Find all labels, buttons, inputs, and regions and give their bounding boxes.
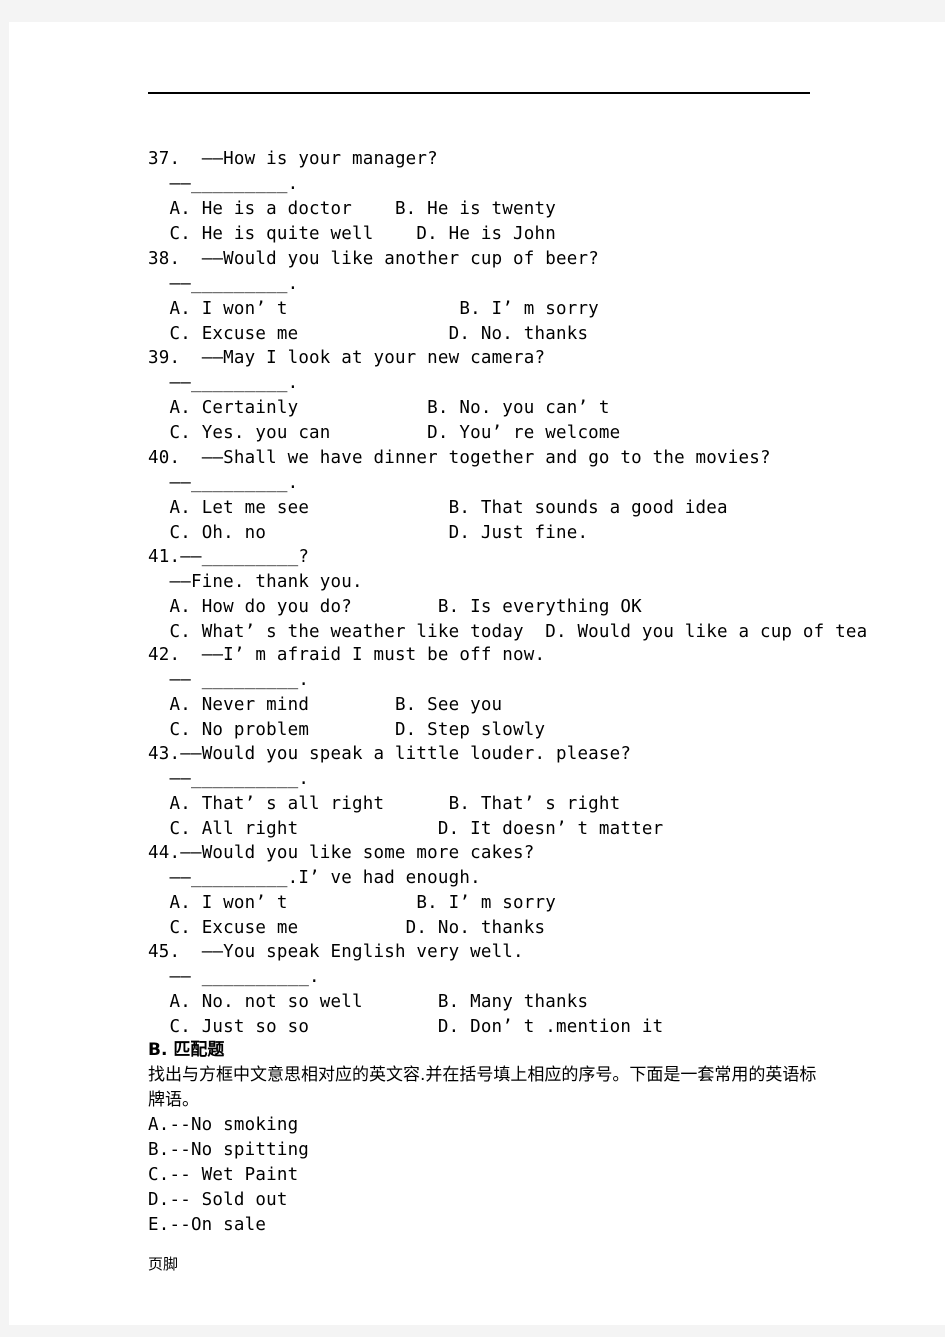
question-prompt: 40. ——Shall we have dinner together and … <box>148 448 771 468</box>
options-row-cd: C. Excuse me D. No. thanks <box>169 918 546 938</box>
list-item: A.--No smoking <box>148 1115 299 1135</box>
document-page: 37. ——How is your manager? ——_________. … <box>9 22 945 1325</box>
question-prompt: 37. ——How is your manager? <box>148 149 438 169</box>
answer-blank-line: ——_________. <box>169 274 299 294</box>
answer-blank-line: ——_________. <box>169 473 299 493</box>
options-row-ab: A. That’ s all right B. That’ s right <box>169 794 621 814</box>
answer-blank-line: ——_________. <box>169 174 299 194</box>
list-item: E.--On sale <box>148 1215 267 1235</box>
question-block-42: 42. ——I’ m afraid I must be off now. —— … <box>148 643 868 743</box>
answer-blank-line: ——__________. <box>169 769 310 789</box>
options-row-ab: A. Never mind B. See you <box>169 695 503 715</box>
options-row-cd: C. Oh. no D. Just fine. <box>169 523 589 543</box>
question-block-39: 39. ——May I look at your new camera? ——_… <box>148 346 868 446</box>
section-b-block: B. 匹配题 找出与方框中文意思相对应的英文容.并在括号填上相应的序号。下面是一… <box>148 1038 868 1113</box>
options-row-ab: A. How do you do? B. Is everything OK <box>169 597 642 617</box>
question-block-43: 43.——Would you speak a little louder. pl… <box>148 742 868 842</box>
question-block-41: 41.——_________? ——Fine. thank you. A. Ho… <box>148 545 868 645</box>
options-row-ab: A. I won’ t B. I’ m sorry <box>169 299 599 319</box>
answer-blank-line: ——_________.I’ ve had enough. <box>169 868 481 888</box>
section-b-sign-list: A.--No smoking B.--No spitting C.-- Wet … <box>148 1113 868 1238</box>
question-prompt: 45. ——You speak English very well. <box>148 942 524 962</box>
options-row-ab: A. No. not so well B. Many thanks <box>169 992 589 1012</box>
section-b-heading: B. 匹配题 <box>148 1040 225 1060</box>
options-row-ab: A. Certainly B. No. you can’ t <box>169 398 610 418</box>
options-row-cd: C. He is quite well D. He is John <box>169 224 556 244</box>
answer-blank-line: —— _________. <box>169 670 310 690</box>
options-row-cd: C. All right D. It doesn’ t matter <box>169 819 664 839</box>
options-row-cd: C. Excuse me D. No. thanks <box>169 324 589 344</box>
question-prompt: 38. ——Would you like another cup of beer… <box>148 249 599 269</box>
answer-blank-line: —— __________. <box>169 967 320 987</box>
answer-blank-line: ——_________. <box>169 373 299 393</box>
options-row-cd: C. Just so so D. Don’ t .mention it <box>169 1017 664 1037</box>
question-block-38: 38. ——Would you like another cup of beer… <box>148 247 868 347</box>
page-footer-label: 页脚 <box>148 1255 179 1273</box>
options-row-ab: A. I won’ t B. I’ m sorry <box>169 893 556 913</box>
options-row-cd: C. No problem D. Step slowly <box>169 720 546 740</box>
list-item: B.--No spitting <box>148 1140 310 1160</box>
question-block-44: 44.——Would you like some more cakes? ——_… <box>148 841 868 941</box>
page-top-margin-band <box>0 0 945 22</box>
question-block-45: 45. ——You speak English very well. —— __… <box>148 940 868 1040</box>
options-row-ab: A. He is a doctor B. He is twenty <box>169 199 556 219</box>
section-b-instruction: 找出与方框中文意思相对应的英文容.并在括号填上相应的序号。下面是一套常用的英语标… <box>148 1065 817 1110</box>
question-prompt: 43.——Would you speak a little louder. pl… <box>148 744 632 764</box>
question-prompt: 39. ——May I look at your new camera? <box>148 348 546 368</box>
question-prompt: 42. ——I’ m afraid I must be off now. <box>148 645 546 665</box>
question-prompt: 44.——Would you like some more cakes? <box>148 843 535 863</box>
list-item: D.-- Sold out <box>148 1190 288 1210</box>
answer-blank-line: ——Fine. thank you. <box>169 572 363 592</box>
options-row-cd: C. What’ s the weather like today D. Wou… <box>169 622 868 642</box>
question-block-40: 40. ——Shall we have dinner together and … <box>148 446 868 546</box>
options-row-cd: C. Yes. you can D. You’ re welcome <box>169 423 621 443</box>
question-prompt: 41.——_________? <box>148 547 310 567</box>
list-item: C.-- Wet Paint <box>148 1165 299 1185</box>
question-block-37: 37. ——How is your manager? ——_________. … <box>148 147 868 247</box>
page-header-rule <box>148 92 810 94</box>
options-row-ab: A. Let me see B. That sounds a good idea <box>169 498 728 518</box>
